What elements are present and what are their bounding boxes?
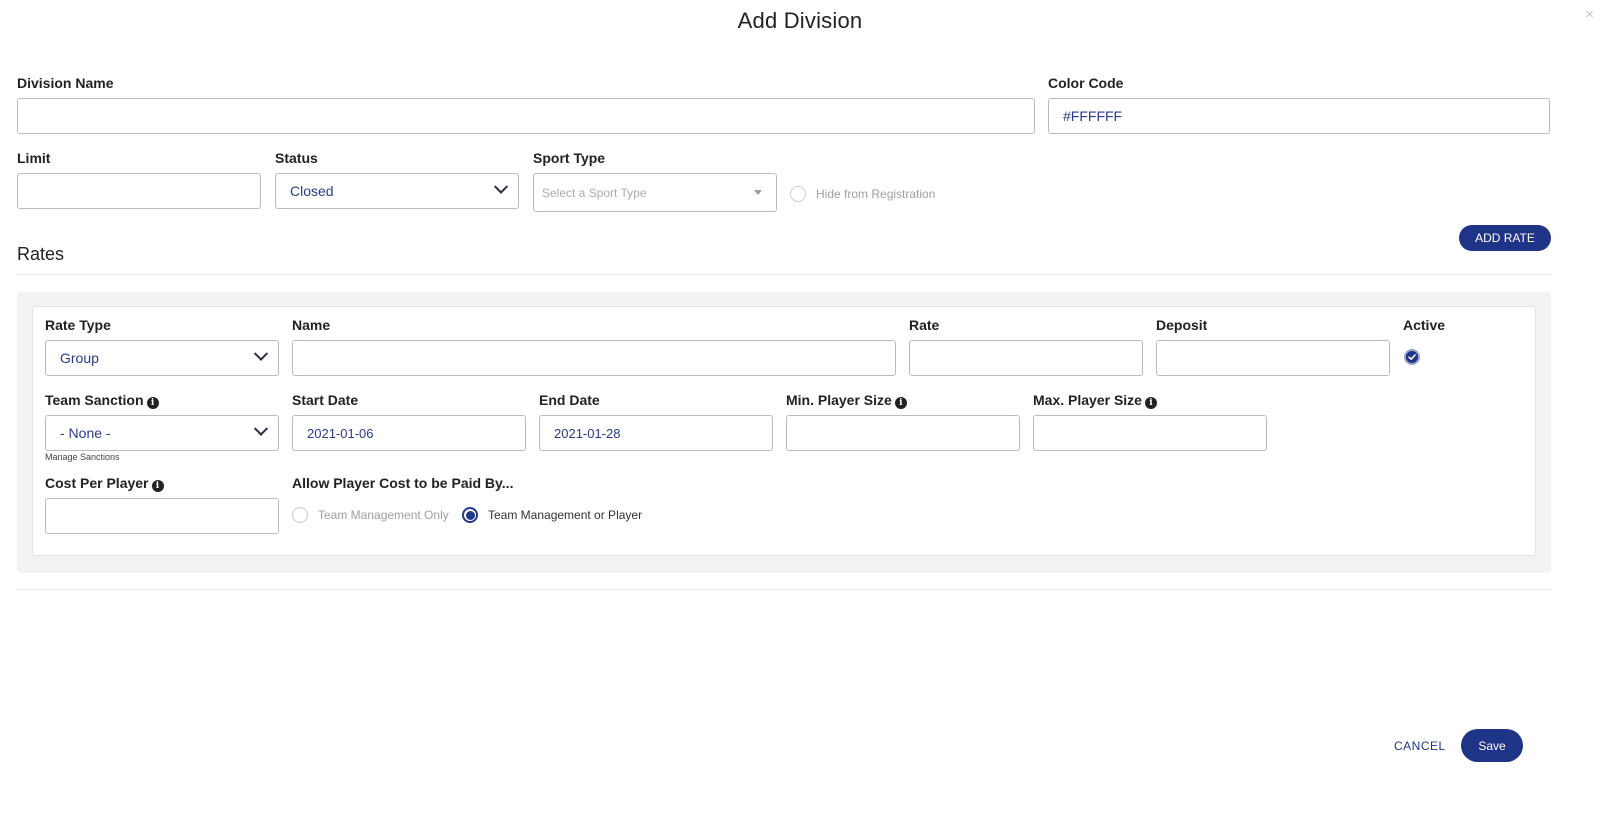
min-player-size-text: Min. Player Size	[786, 392, 892, 408]
info-icon[interactable]: i	[894, 397, 907, 409]
dialog-title: Add Division	[737, 8, 863, 33]
allow-player-cost-label: Allow Player Cost to be Paid By...	[292, 475, 514, 491]
save-button[interactable]: Save	[1461, 729, 1523, 762]
max-player-size-text: Max. Player Size	[1033, 392, 1142, 408]
deposit-input[interactable]	[1156, 340, 1390, 376]
rate-name-label: Name	[292, 317, 331, 333]
limit-input[interactable]	[17, 173, 261, 209]
division-name-input[interactable]	[17, 98, 1035, 134]
limit-label: Limit	[17, 150, 51, 166]
end-date-input[interactable]: 2021-01-28	[539, 415, 773, 451]
deposit-label: Deposit	[1156, 317, 1208, 333]
chevron-down-icon	[253, 421, 269, 436]
team-management-or-player-radio[interactable]	[462, 507, 478, 523]
cost-per-player-input[interactable]	[45, 498, 279, 534]
checkmark-icon	[1408, 354, 1416, 360]
close-icon[interactable]: ×	[1585, 6, 1594, 23]
start-date-label: Start Date	[292, 392, 359, 408]
sport-type-label: Sport Type	[533, 150, 606, 166]
team-management-or-player-label: Team Management or Player	[488, 508, 643, 522]
rate-type-value: Group	[60, 350, 99, 366]
rates-divider	[17, 274, 1551, 275]
chevron-down-icon	[253, 346, 269, 361]
rate-type-select[interactable]: Group	[45, 340, 279, 376]
cost-per-player-label: Cost Per Player i	[45, 475, 164, 492]
color-code-input[interactable]: #FFFFFF	[1048, 98, 1550, 134]
start-date-input[interactable]: 2021-01-06	[292, 415, 526, 451]
status-value: Closed	[290, 183, 334, 199]
color-code-label: Color Code	[1048, 75, 1124, 91]
team-management-only-label: Team Management Only	[318, 508, 449, 522]
team-sanction-text: Team Sanction	[45, 392, 144, 408]
info-icon[interactable]: i	[151, 480, 164, 492]
rate-label: Rate	[909, 317, 940, 333]
chevron-down-icon	[493, 179, 509, 194]
hide-from-registration-checkbox[interactable]	[790, 186, 806, 202]
manage-sanctions-link[interactable]: Manage Sanctions	[45, 452, 120, 462]
caret-down-icon	[754, 190, 762, 195]
status-label: Status	[275, 150, 318, 166]
active-label: Active	[1403, 317, 1446, 333]
rate-name-input[interactable]	[292, 340, 896, 376]
active-checkbox[interactable]	[1404, 349, 1420, 365]
min-player-size-input[interactable]	[786, 415, 1020, 451]
team-sanction-select[interactable]: - None -	[45, 415, 279, 451]
hide-from-registration-label: Hide from Registration	[816, 187, 936, 201]
division-name-label: Division Name	[17, 75, 114, 91]
rates-title: Rates	[17, 244, 65, 264]
cancel-button[interactable]: CANCEL	[1394, 739, 1446, 753]
status-select[interactable]: Closed	[275, 173, 519, 209]
info-icon[interactable]: i	[1144, 397, 1157, 409]
add-rate-button[interactable]: ADD RATE	[1459, 225, 1551, 251]
max-player-size-label: Max. Player Size i	[1033, 392, 1157, 409]
max-player-size-input[interactable]	[1033, 415, 1267, 451]
team-sanction-label: Team Sanction i	[45, 392, 159, 409]
info-icon[interactable]: i	[146, 397, 159, 409]
sport-type-placeholder: Select a Sport Type	[542, 185, 647, 200]
rate-type-label: Rate Type	[45, 317, 111, 333]
cost-per-player-text: Cost Per Player	[45, 475, 149, 491]
rate-input[interactable]	[909, 340, 1143, 376]
min-player-size-label: Min. Player Size i	[786, 392, 907, 409]
bottom-divider	[17, 589, 1551, 590]
sport-type-select[interactable]: Select a Sport Type	[533, 173, 777, 212]
end-date-label: End Date	[539, 392, 600, 408]
team-sanction-value: - None -	[60, 425, 111, 441]
team-management-only-radio[interactable]	[292, 507, 308, 523]
